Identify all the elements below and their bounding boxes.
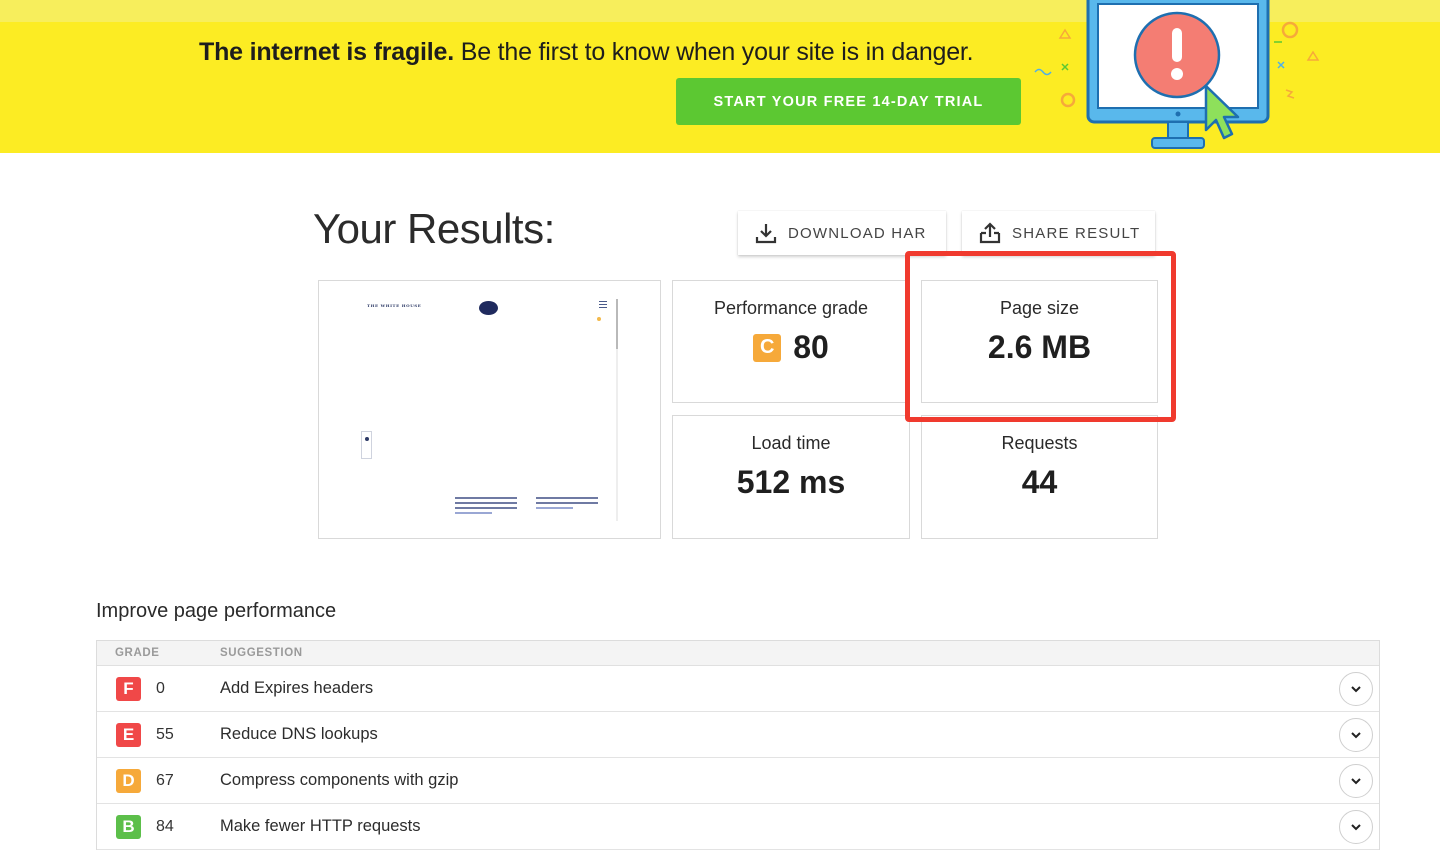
row-score: 84 (156, 817, 174, 835)
monitor-alert-icon (1034, 0, 1320, 149)
suggestion-column-header: SUGGESTION (220, 647, 303, 659)
row-grade-badge: F (116, 676, 141, 701)
download-har-button[interactable]: DOWNLOAD HAR (738, 211, 946, 255)
expand-row-button[interactable] (1339, 764, 1373, 798)
preview-side-widget (361, 431, 372, 459)
row-suggestion: Reduce DNS lookups (220, 725, 378, 743)
improve-section-title: Improve page performance (96, 600, 337, 622)
table-row[interactable]: B 84 Make fewer HTTP requests (97, 804, 1379, 850)
load-time-card: Load time 512 ms (672, 415, 910, 539)
preview-logo-text: THE WHITE HOUSE (367, 303, 422, 308)
table-row[interactable]: F 0 Add Expires headers (97, 666, 1379, 712)
load-time-label: Load time (751, 433, 831, 453)
row-grade-badge: D (116, 768, 141, 793)
row-suggestion: Make fewer HTTP requests (220, 817, 421, 835)
download-icon (755, 224, 777, 244)
chevron-down-icon (1351, 778, 1361, 785)
row-suggestion: Add Expires headers (220, 679, 374, 697)
row-grade-badge: E (116, 722, 141, 747)
start-trial-button[interactable]: START YOUR FREE 14-DAY TRIAL (676, 78, 1021, 125)
share-upload-icon (979, 222, 1001, 244)
promo-banner: The internet is fragile. Be the first to… (0, 0, 1440, 153)
row-score: 0 (156, 679, 165, 697)
expand-row-button[interactable] (1339, 810, 1373, 844)
chevron-down-icon (1351, 732, 1361, 739)
banner-headline-rest: Be the first to know when your site is i… (453, 38, 974, 66)
preview-article-block-2 (536, 497, 598, 512)
share-result-label: SHARE RESULT (1012, 224, 1141, 242)
row-suggestion: Compress components with gzip (220, 771, 459, 789)
preview-seal-logo (479, 301, 498, 315)
table-row[interactable]: E 55 Reduce DNS lookups (97, 712, 1379, 758)
requests-label: Requests (1001, 433, 1078, 453)
requests-card: Requests 44 (921, 415, 1158, 539)
grade-column-header: GRADE (115, 647, 160, 659)
performance-grade-label: Performance grade (713, 298, 869, 318)
load-time-value: 512 ms (736, 464, 846, 500)
chevron-down-icon (1351, 824, 1361, 831)
performance-grade-card: Performance grade C 80 (672, 280, 910, 403)
banner-headline-bold: The internet is fragile. (199, 38, 454, 66)
performance-grade-badge: C (753, 333, 782, 362)
row-score: 67 (156, 771, 174, 789)
performance-score: 80 (793, 329, 829, 365)
row-score: 55 (156, 725, 174, 743)
download-har-label: DOWNLOAD HAR (788, 224, 927, 242)
row-grade-badge: B (116, 814, 141, 839)
table-row[interactable]: D 67 Compress components with gzip (97, 758, 1379, 804)
table-header: GRADE SUGGESTION (97, 641, 1379, 666)
suggestions-table: GRADE SUGGESTION F 0 Add Expires headers E 5… (96, 640, 1380, 850)
page-screenshot-preview: THE WHITE HOUSE (318, 280, 661, 539)
preview-article-block-1 (455, 497, 517, 517)
preview-menu-icon (599, 301, 607, 308)
banner-headline: The internet is fragile. Be the first to… (199, 38, 974, 67)
share-result-button[interactable]: SHARE RESULT (962, 211, 1155, 255)
preview-star-icon (597, 317, 601, 321)
expand-row-button[interactable] (1339, 718, 1373, 752)
expand-row-button[interactable] (1339, 672, 1373, 706)
page-size-highlight-box (905, 251, 1176, 422)
requests-value: 44 (1021, 464, 1058, 500)
results-title: Your Results: (313, 205, 555, 252)
preview-scrollbar (616, 299, 618, 349)
chevron-down-icon (1351, 686, 1361, 693)
performance-grade-value-row: C 80 (753, 329, 829, 366)
